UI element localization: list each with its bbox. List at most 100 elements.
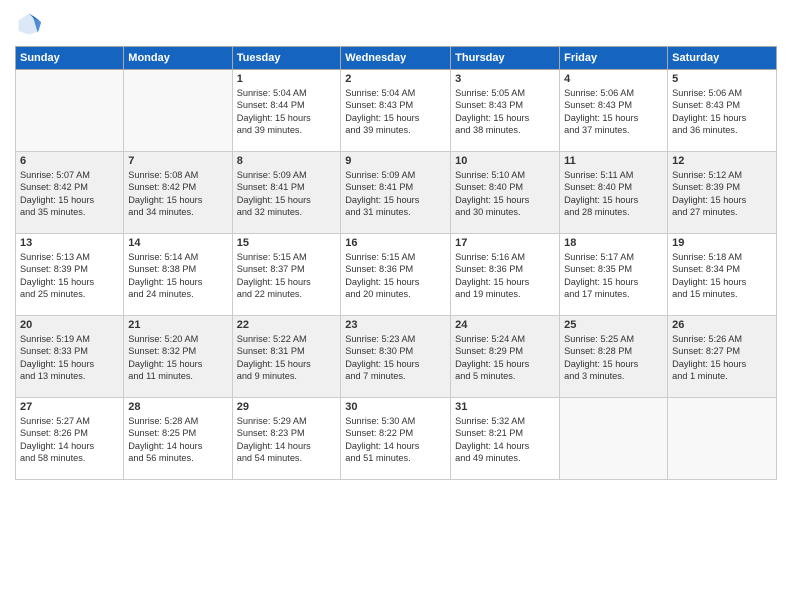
day-number: 4 <box>564 73 663 85</box>
day-info: Sunrise: 5:20 AM Sunset: 8:32 PM Dayligh… <box>128 333 227 383</box>
weekday-header-friday: Friday <box>560 47 668 70</box>
day-number: 6 <box>20 155 119 167</box>
calendar-cell: 6Sunrise: 5:07 AM Sunset: 8:42 PM Daylig… <box>16 152 124 234</box>
day-info: Sunrise: 5:16 AM Sunset: 8:36 PM Dayligh… <box>455 251 555 301</box>
calendar-week-row: 1 Sunrise: 5:04 AM Sunset: 8:44 PM Daylig… <box>16 70 777 152</box>
day-info: Sunrise: 5:27 AM Sunset: 8:26 PM Dayligh… <box>20 415 119 465</box>
calendar-cell: 25 Sunrise: 5:25 AM Sunset: 8:28 PM Dayli… <box>560 316 668 398</box>
day-info: Sunrise: 5:22 AM Sunset: 8:31 PM Dayligh… <box>237 333 337 383</box>
day-info: Sunrise: 5:12 AM Sunset: 8:39 PM Dayligh… <box>672 169 772 219</box>
day-info: Sunrise: 5:25 AM Sunset: 8:28 PM Dayligh… <box>564 333 663 383</box>
day-number: 22 <box>237 319 337 331</box>
logo-icon <box>15 10 43 38</box>
weekday-header-monday: Monday <box>124 47 232 70</box>
day-info: Sunrise: 5:17 AM Sunset: 8:35 PM Dayligh… <box>564 251 663 301</box>
calendar-cell: 11 Sunrise: 5:11 AM Sunset: 8:40 PM Dayli… <box>560 152 668 234</box>
day-info: Sunrise: 5:11 AM Sunset: 8:40 PM Dayligh… <box>564 169 663 219</box>
calendar-cell: 17 Sunrise: 5:16 AM Sunset: 8:36 PM Dayli… <box>451 234 560 316</box>
day-number: 1 <box>237 73 337 85</box>
calendar-cell: 2 Sunrise: 5:04 AM Sunset: 8:43 PM Daylig… <box>341 70 451 152</box>
day-number: 25 <box>564 319 663 331</box>
day-number: 2 <box>345 73 446 85</box>
day-number: 13 <box>20 237 119 249</box>
day-number: 29 <box>237 401 337 413</box>
calendar-cell: 13 Sunrise: 5:13 AM Sunset: 8:39 PM Dayli… <box>16 234 124 316</box>
day-number: 28 <box>128 401 227 413</box>
day-info: Sunrise: 5:32 AM Sunset: 8:21 PM Dayligh… <box>455 415 555 465</box>
calendar-cell: 12 Sunrise: 5:12 AM Sunset: 8:39 PM Dayli… <box>668 152 777 234</box>
day-number: 20 <box>20 319 119 331</box>
header <box>15 10 777 38</box>
weekday-header-saturday: Saturday <box>668 47 777 70</box>
calendar-cell: 4Sunrise: 5:06 AM Sunset: 8:43 PM Daylig… <box>560 70 668 152</box>
day-info: Sunrise: 5:04 AM Sunset: 8:44 PM Dayligh… <box>237 87 337 137</box>
calendar-week-row: 6Sunrise: 5:07 AM Sunset: 8:42 PM Daylig… <box>16 152 777 234</box>
day-number: 31 <box>455 401 555 413</box>
day-number: 17 <box>455 237 555 249</box>
calendar-cell: 15 Sunrise: 5:15 AM Sunset: 8:37 PM Dayli… <box>232 234 341 316</box>
calendar-cell <box>560 398 668 480</box>
weekday-header-sunday: Sunday <box>16 47 124 70</box>
day-number: 11 <box>564 155 663 167</box>
calendar-week-row: 20 Sunrise: 5:19 AM Sunset: 8:33 PM Dayli… <box>16 316 777 398</box>
day-info: Sunrise: 5:09 AM Sunset: 8:41 PM Dayligh… <box>237 169 337 219</box>
day-info: Sunrise: 5:15 AM Sunset: 8:37 PM Dayligh… <box>237 251 337 301</box>
day-info: Sunrise: 5:09 AM Sunset: 8:41 PM Dayligh… <box>345 169 446 219</box>
day-number: 9 <box>345 155 446 167</box>
day-info: Sunrise: 5:18 AM Sunset: 8:34 PM Dayligh… <box>672 251 772 301</box>
day-number: 7 <box>128 155 227 167</box>
calendar-cell: 27Sunrise: 5:27 AM Sunset: 8:26 PM Dayli… <box>16 398 124 480</box>
calendar-cell: 22 Sunrise: 5:22 AM Sunset: 8:31 PM Dayli… <box>232 316 341 398</box>
weekday-header-row: SundayMondayTuesdayWednesdayThursdayFrid… <box>16 47 777 70</box>
day-info: Sunrise: 5:08 AM Sunset: 8:42 PM Dayligh… <box>128 169 227 219</box>
weekday-header-wednesday: Wednesday <box>341 47 451 70</box>
logo <box>15 10 47 38</box>
calendar-cell <box>124 70 232 152</box>
day-info: Sunrise: 5:29 AM Sunset: 8:23 PM Dayligh… <box>237 415 337 465</box>
weekday-header-tuesday: Tuesday <box>232 47 341 70</box>
day-info: Sunrise: 5:04 AM Sunset: 8:43 PM Dayligh… <box>345 87 446 137</box>
day-number: 26 <box>672 319 772 331</box>
day-info: Sunrise: 5:13 AM Sunset: 8:39 PM Dayligh… <box>20 251 119 301</box>
calendar-cell: 3Sunrise: 5:05 AM Sunset: 8:43 PM Daylig… <box>451 70 560 152</box>
day-info: Sunrise: 5:15 AM Sunset: 8:36 PM Dayligh… <box>345 251 446 301</box>
day-number: 24 <box>455 319 555 331</box>
calendar-cell: 8 Sunrise: 5:09 AM Sunset: 8:41 PM Daylig… <box>232 152 341 234</box>
calendar-week-row: 13 Sunrise: 5:13 AM Sunset: 8:39 PM Dayli… <box>16 234 777 316</box>
calendar-cell: 5 Sunrise: 5:06 AM Sunset: 8:43 PM Daylig… <box>668 70 777 152</box>
day-info: Sunrise: 5:28 AM Sunset: 8:25 PM Dayligh… <box>128 415 227 465</box>
day-info: Sunrise: 5:19 AM Sunset: 8:33 PM Dayligh… <box>20 333 119 383</box>
calendar-cell: 1 Sunrise: 5:04 AM Sunset: 8:44 PM Daylig… <box>232 70 341 152</box>
calendar-cell <box>16 70 124 152</box>
day-info: Sunrise: 5:26 AM Sunset: 8:27 PM Dayligh… <box>672 333 772 383</box>
day-number: 21 <box>128 319 227 331</box>
day-number: 23 <box>345 319 446 331</box>
calendar-cell: 21 Sunrise: 5:20 AM Sunset: 8:32 PM Dayli… <box>124 316 232 398</box>
calendar-cell: 30 Sunrise: 5:30 AM Sunset: 8:22 PM Dayli… <box>341 398 451 480</box>
day-info: Sunrise: 5:24 AM Sunset: 8:29 PM Dayligh… <box>455 333 555 383</box>
calendar-cell: 31 Sunrise: 5:32 AM Sunset: 8:21 PM Dayli… <box>451 398 560 480</box>
day-info: Sunrise: 5:05 AM Sunset: 8:43 PM Dayligh… <box>455 87 555 137</box>
page: SundayMondayTuesdayWednesdayThursdayFrid… <box>0 0 792 612</box>
day-number: 30 <box>345 401 446 413</box>
day-number: 12 <box>672 155 772 167</box>
calendar-cell <box>668 398 777 480</box>
day-number: 19 <box>672 237 772 249</box>
day-number: 16 <box>345 237 446 249</box>
day-number: 8 <box>237 155 337 167</box>
calendar-week-row: 27Sunrise: 5:27 AM Sunset: 8:26 PM Dayli… <box>16 398 777 480</box>
day-number: 14 <box>128 237 227 249</box>
calendar-cell: 7 Sunrise: 5:08 AM Sunset: 8:42 PM Daylig… <box>124 152 232 234</box>
calendar-cell: 23Sunrise: 5:23 AM Sunset: 8:30 PM Dayli… <box>341 316 451 398</box>
day-number: 5 <box>672 73 772 85</box>
day-info: Sunrise: 5:06 AM Sunset: 8:43 PM Dayligh… <box>672 87 772 137</box>
day-info: Sunrise: 5:10 AM Sunset: 8:40 PM Dayligh… <box>455 169 555 219</box>
day-info: Sunrise: 5:30 AM Sunset: 8:22 PM Dayligh… <box>345 415 446 465</box>
calendar-cell: 20 Sunrise: 5:19 AM Sunset: 8:33 PM Dayli… <box>16 316 124 398</box>
calendar-cell: 14Sunrise: 5:14 AM Sunset: 8:38 PM Dayli… <box>124 234 232 316</box>
day-number: 15 <box>237 237 337 249</box>
calendar-cell: 18Sunrise: 5:17 AM Sunset: 8:35 PM Dayli… <box>560 234 668 316</box>
day-number: 10 <box>455 155 555 167</box>
calendar-cell: 28 Sunrise: 5:28 AM Sunset: 8:25 PM Dayli… <box>124 398 232 480</box>
calendar-cell: 16 Sunrise: 5:15 AM Sunset: 8:36 PM Dayli… <box>341 234 451 316</box>
